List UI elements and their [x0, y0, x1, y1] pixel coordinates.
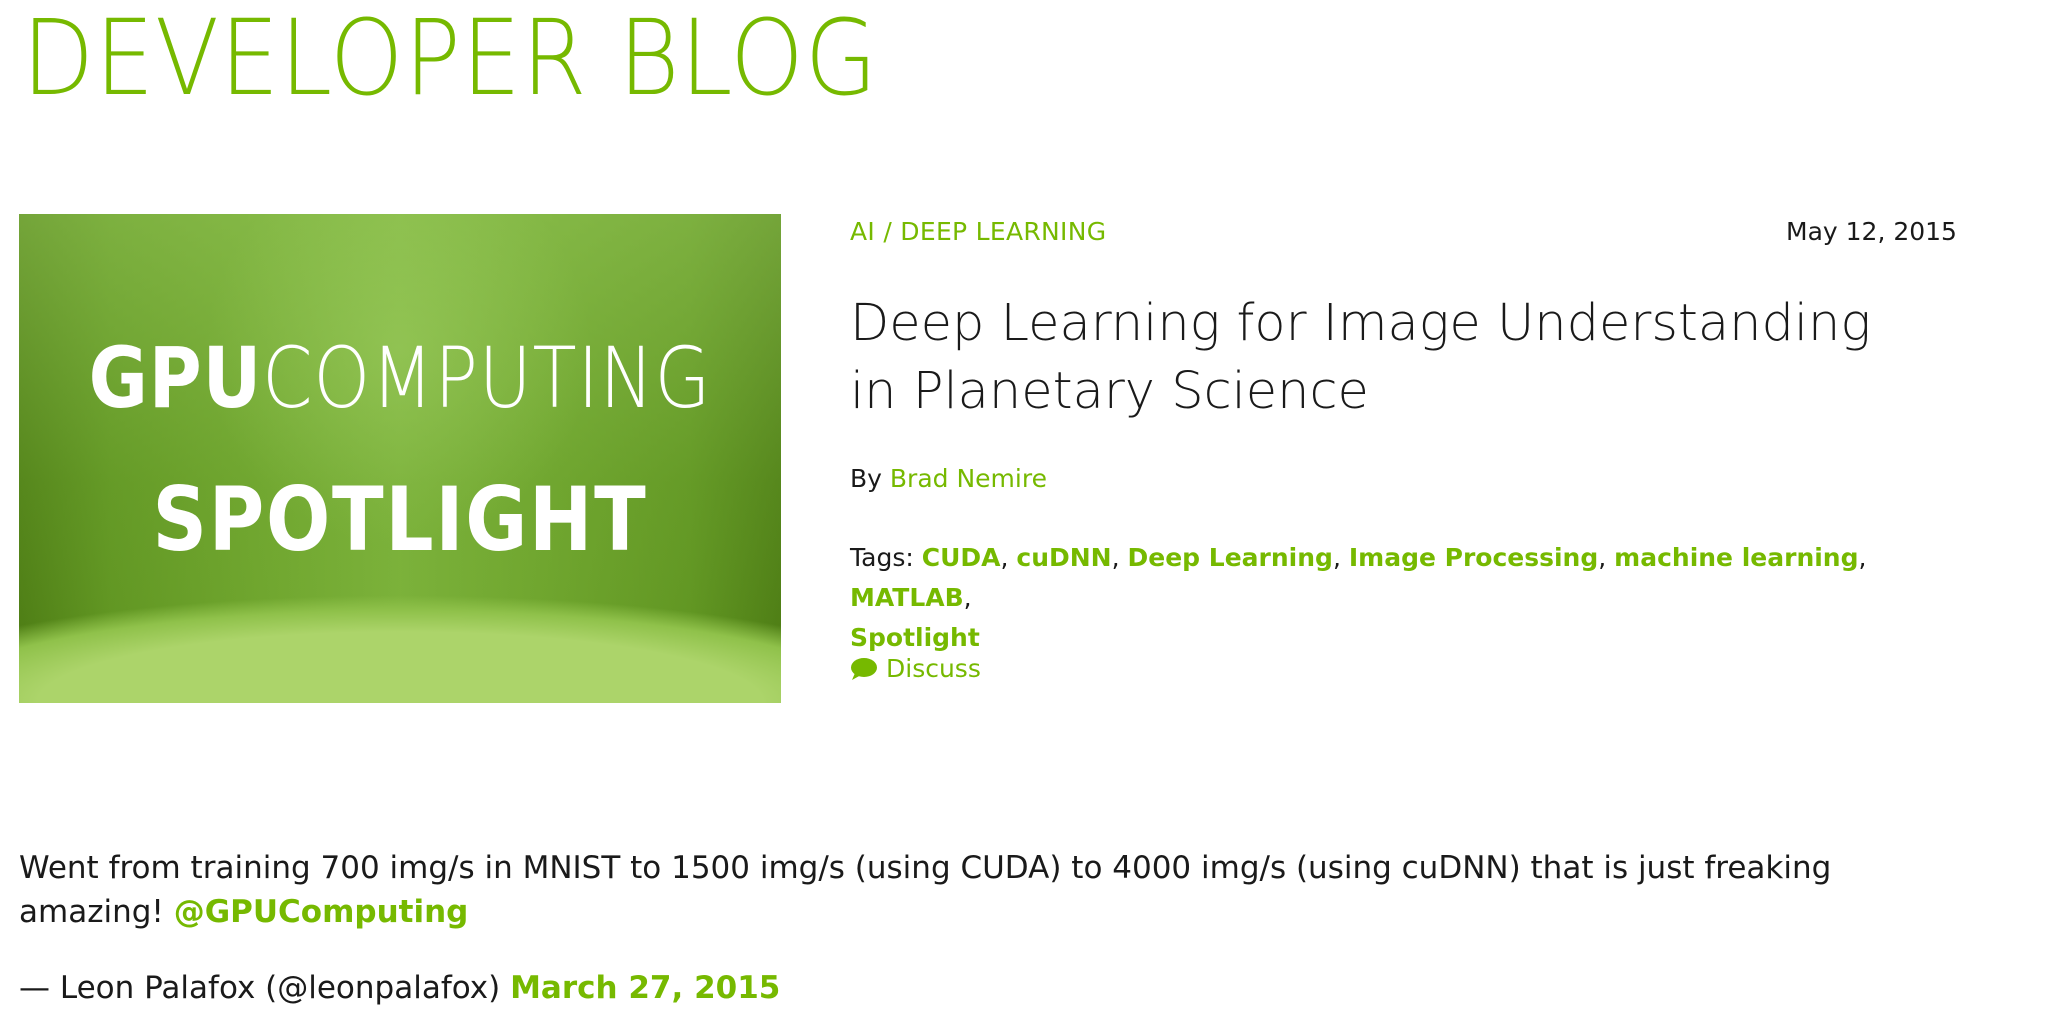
tag-link[interactable]: machine learning [1614, 543, 1858, 572]
post-date: May 12, 2015 [1786, 217, 1957, 246]
post-hero-image[interactable]: GPUCOMPUTING SPOTLIGHT [19, 214, 781, 703]
byline-prefix: By [850, 464, 882, 493]
discuss-label: Discuss [886, 654, 981, 683]
tweet-author: — Leon Palafox (@leonpalafox) [19, 970, 501, 1006]
hero-gpu-text: GPU [88, 329, 263, 427]
post-byline: By Brad Nemire [850, 464, 1047, 493]
hero-computing-text: COMPUTING [262, 329, 712, 427]
tag-link[interactable]: Spotlight [850, 623, 980, 652]
post-tags: Tags: CUDA, cuDNN, Deep Learning, Image … [850, 543, 1867, 652]
hero-spotlight-glow [169, 214, 629, 654]
hero-line-gpu-computing: GPUCOMPUTING [72, 336, 727, 420]
tweet-date-link[interactable]: March 27, 2015 [510, 970, 780, 1006]
hero-spotlight-text: SPOTLIGHT [152, 468, 648, 571]
tag-link[interactable]: Deep Learning [1128, 543, 1333, 572]
tweet-attribution: — Leon Palafox (@leonpalafox) March 27, … [19, 970, 780, 1006]
tag-link[interactable]: CUDA [922, 543, 1001, 572]
tag-link[interactable]: cuDNN [1016, 543, 1111, 572]
tweet-mention-link[interactable]: @GPUComputing [174, 894, 469, 930]
embedded-tweet-text: Went from training 700 img/s in MNIST to… [19, 846, 1919, 934]
discuss-link[interactable]: Discuss [850, 654, 981, 683]
comment-bubble-icon [851, 657, 877, 680]
tags-label: Tags: [850, 543, 914, 572]
post-category-link[interactable]: AI / DEEP LEARNING [850, 217, 1106, 246]
post-title[interactable]: Deep Learning for Image Understanding in… [850, 290, 1930, 426]
blog-title[interactable]: DEVELOPER BLOG [22, 3, 878, 113]
tag-link[interactable]: MATLAB [850, 583, 964, 612]
tag-link[interactable]: Image Processing [1349, 543, 1598, 572]
author-link[interactable]: Brad Nemire [890, 464, 1047, 493]
